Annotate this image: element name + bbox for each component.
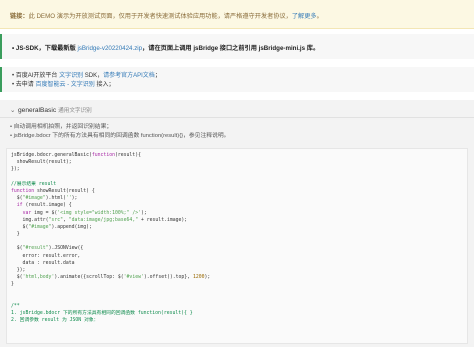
notice-label: 链接： — [10, 13, 29, 20]
sdk-tip-rest: ，请在页面上调用 jsBridge 接口之前引用 jsBridge-mini.j… — [142, 45, 320, 52]
panel-header[interactable]: ⌄ generalBasic 通用文字识别 — [0, 100, 474, 118]
code-block: jsBridge.bdocr.generalBasic(function(res… — [6, 148, 468, 344]
panel-title: generalBasic — [18, 107, 57, 114]
code-line: 2. 回调参数 result 为 JSON 对象： — [11, 318, 99, 324]
platform-tip: • 百度AI开放平台 文字识别 SDK，请参考官方API文档； • 去申请 百度… — [0, 67, 474, 92]
sdk-download-tip: • JS-SDK，下载最新版 jsBridge-v20220424.zip，请在… — [0, 34, 474, 59]
chevron-down-icon: ⌄ — [10, 107, 16, 114]
code-line: var img = $('<img style="width:100%;" />… — [22, 210, 147, 216]
panel-description: • 自动调用相机拍照，并返回识别结果； • jsBridge.bdocr 下的所… — [0, 118, 474, 144]
api-doc-link[interactable]: 请参考官方API文档 — [103, 73, 155, 79]
code-line: 1. jsBridge.bdocr 下的所有方法具有相同的回调函数 functi… — [11, 311, 193, 317]
code-line: jsBridge.bdocr.generalBasic(function(res… — [11, 153, 141, 158]
platform-tip-sdk: SDK， — [84, 73, 104, 79]
notice-text: 此 DEMO 演示为开放测试页面，仅用于开发者快速测试体验应用功能，请严格遵守开… — [28, 13, 292, 20]
platform-tip-end: ； — [154, 73, 161, 79]
code-line: error: result.error, — [11, 253, 81, 259]
sdk-tip-bullet: • JS-SDK，下载最新版 — [12, 45, 76, 52]
code-line: } — [11, 232, 20, 238]
general-basic-panel: ⌄ generalBasic 通用文字识别 • 自动调用相机拍照，并返回识别结果； … — [0, 100, 474, 347]
apply-ocr-link[interactable]: 百度智能云 - 文字识别 — [35, 82, 94, 88]
code-line: showResult(result); — [11, 160, 72, 166]
notice-banner: 链接：此 DEMO 演示为开放测试页面，仅用于开发者快速测试体验应用功能，请严格… — [0, 0, 474, 29]
code-line: } — [11, 282, 14, 288]
code-line: data : result.data — [11, 260, 75, 266]
ocr-link[interactable]: 文字识别 — [59, 73, 83, 79]
code-line: $("#image").html(''); — [11, 196, 78, 202]
code-line: }); — [11, 268, 26, 273]
code-line: }); — [11, 167, 20, 173]
code-line: $("#image").append(img); — [11, 224, 92, 230]
desc-line-1: • 自动调用相机拍照，并返回识别结果； — [10, 124, 113, 130]
apply-prefix: • 去申请 — [12, 81, 34, 88]
panel-subtitle: 通用文字识别 — [58, 108, 92, 114]
code-line: $("#result").JSONView({ — [11, 246, 84, 252]
learn-more-link[interactable]: 了解更多 — [292, 13, 317, 20]
platform-tip-line1: • 百度AI开放平台 文字识别 SDK，请参考官方API文档； — [12, 72, 474, 81]
code-line: /** — [11, 303, 20, 309]
code-line: if (result.image) { — [16, 203, 72, 209]
code-line: //展示结果 result — [11, 181, 57, 187]
sdk-download-link[interactable]: jsBridge-v20220424.zip — [77, 45, 142, 52]
code-line: $('html,body').animate({scrollTop: $('#v… — [11, 275, 211, 281]
desc-line-2: • jsBridge.bdocr 下的所有方法具有相同的回调函数 functio… — [10, 132, 230, 139]
code-line: function showResult(result) { — [11, 188, 95, 194]
notice-end: 。 — [316, 13, 323, 20]
apply-end: 接入； — [96, 81, 115, 88]
code-line: img.attr("src", "data:image/jpg;base64,"… — [11, 217, 188, 223]
platform-tip-line2: • 去申请 百度智能云 - 文字识别 接入； — [12, 81, 474, 90]
platform-tip-prefix: • 百度AI开放平台 — [12, 73, 58, 79]
